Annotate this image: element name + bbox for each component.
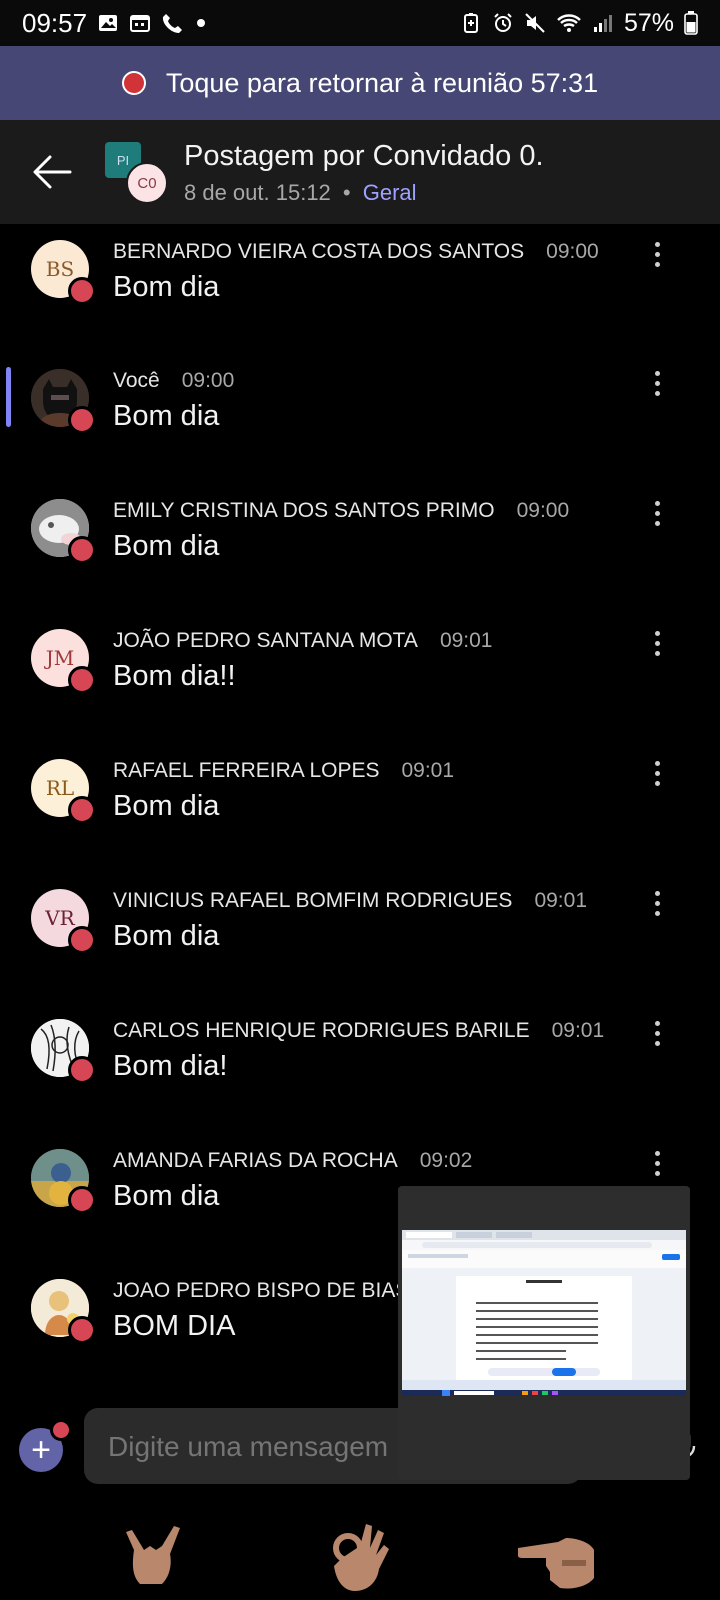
presence-busy-icon <box>68 536 96 564</box>
message-time: 09:00 <box>181 369 235 392</box>
message-time: 09:01 <box>401 759 455 782</box>
presence-busy-icon <box>68 1186 96 1214</box>
screen-share-preview[interactable] <box>398 1186 690 1480</box>
notification-badge <box>50 1419 72 1441</box>
message-time: 09:00 <box>516 499 570 522</box>
message-text: Bom dia <box>113 920 220 952</box>
sender-name: EMILY CRISTINA DOS SANTOS PRIMO <box>113 499 495 522</box>
message-item[interactable]: CARLOS HENRIQUE RODRIGUES BARILE 09:01 Bo… <box>0 1010 720 1138</box>
battery-icon <box>684 11 698 35</box>
signal-icon <box>593 15 612 32</box>
sender-name: BERNARDO VIEIRA COSTA DOS SANTOS <box>113 240 525 263</box>
recording-dot-icon <box>121 71 146 95</box>
ok-hand-icon <box>333 1524 389 1591</box>
message-item[interactable]: RL RAFAEL FERREIRA LOPES 09:01 Bom dia <box>0 750 720 878</box>
more-options-icon[interactable] <box>652 888 662 918</box>
message-time: 09:02 <box>419 1149 473 1172</box>
message-header: EMILY CRISTINA DOS SANTOS PRIMO 09:00 <box>113 499 569 523</box>
message-header: Você 09:00 <box>113 369 234 393</box>
message-text: BOM DIA <box>113 1310 236 1342</box>
presence-busy-icon <box>68 666 96 694</box>
conversation-header: PI C0 Postagem por Convidado 0. 8 de out… <box>0 120 720 224</box>
wifi-icon <box>557 14 581 32</box>
message-item[interactable]: Você 09:00 Bom dia <box>0 360 720 488</box>
sender-name: JOÃO PEDRO SANTANA MOTA <box>113 629 418 652</box>
more-options-icon[interactable] <box>652 1148 662 1178</box>
message-text: Bom dia! <box>113 1050 228 1082</box>
presence-busy-icon <box>68 926 96 954</box>
message-header: JOÃO PEDRO SANTANA MOTA 09:01 <box>113 629 493 653</box>
rock-hand-icon <box>126 1526 180 1584</box>
message-header: JOAO PEDRO BISPO DE BIAS <box>113 1279 409 1303</box>
message-text: Bom dia <box>113 790 220 822</box>
presence-busy-icon <box>68 406 96 434</box>
presence-busy-icon <box>68 796 96 824</box>
status-bar: 09:57 57% <box>0 0 720 46</box>
status-time: 09:57 <box>22 7 88 38</box>
sender-name: AMANDA FARIAS DA ROCHA <box>113 1149 398 1172</box>
sender-name: JOAO PEDRO BISPO DE BIAS <box>113 1279 410 1302</box>
message-item[interactable]: BS BERNARDO VIEIRA COSTA DOS SANTOS 09:00… <box>0 231 720 359</box>
banner-text: Toque para retornar à reunião 57:31 <box>165 67 599 98</box>
message-header: AMANDA FARIAS DA ROCHA 09:02 <box>113 1149 472 1173</box>
shared-screen-thumbnail <box>402 1230 686 1396</box>
pointing-hand-icon <box>518 1538 594 1589</box>
post-date: 8 de out. 15:12 <box>184 180 331 205</box>
more-options-icon[interactable] <box>652 368 662 398</box>
gallery-icon <box>99 15 118 31</box>
message-text: Bom dia!! <box>113 660 236 692</box>
message-text: Bom dia <box>113 400 220 432</box>
battery-saver-icon <box>463 13 478 33</box>
message-header: BERNARDO VIEIRA COSTA DOS SANTOS 09:00 <box>113 240 599 264</box>
sender-name: CARLOS HENRIQUE RODRIGUES BARILE <box>113 1019 530 1042</box>
message-text: Bom dia <box>113 1180 220 1212</box>
separator: • <box>342 180 351 205</box>
presence-busy-icon <box>68 277 96 305</box>
sender-name: RAFAEL FERREIRA LOPES <box>113 759 380 782</box>
message-time: 09:00 <box>546 240 599 263</box>
post-subtitle: 8 de out. 15:12 • Geral <box>184 180 417 206</box>
message-text: Bom dia <box>113 530 220 562</box>
calendar-icon <box>130 15 151 32</box>
more-options-icon[interactable] <box>652 1018 662 1048</box>
notification-dot-icon <box>197 19 206 27</box>
presence-busy-icon <box>68 1056 96 1084</box>
sender-name: Você <box>113 369 160 392</box>
battery-percent: 57% <box>623 8 674 37</box>
sender-name: VINICIUS RAFAEL BOMFIM RODRIGUES <box>113 889 513 912</box>
alarm-icon <box>494 13 512 32</box>
message-time: 09:01 <box>534 889 588 912</box>
message-text: Bom dia <box>113 271 220 303</box>
back-arrow-icon[interactable] <box>30 150 74 194</box>
more-options-icon[interactable] <box>652 498 662 528</box>
return-to-meeting-banner[interactable]: Toque para retornar à reunião 57:31 <box>0 46 720 120</box>
message-header: CARLOS HENRIQUE RODRIGUES BARILE 09:01 <box>113 1019 604 1043</box>
message-header: VINICIUS RAFAEL BOMFIM RODRIGUES 09:01 <box>113 889 587 913</box>
message-item[interactable]: JM JOÃO PEDRO SANTANA MOTA 09:01 Bom dia!… <box>0 620 720 748</box>
channel-link[interactable]: Geral <box>363 180 417 205</box>
phone-icon <box>163 14 183 33</box>
message-item[interactable]: EMILY CRISTINA DOS SANTOS PRIMO 09:00 Bom… <box>0 490 720 618</box>
page-title[interactable]: Postagem por Convidado 0. <box>184 140 544 173</box>
more-options-icon[interactable] <box>652 239 662 269</box>
more-options-icon[interactable] <box>652 758 662 788</box>
message-header: RAFAEL FERREIRA LOPES 09:01 <box>113 759 454 783</box>
presence-busy-icon <box>68 1316 96 1344</box>
message-item[interactable]: VR VINICIUS RAFAEL BOMFIM RODRIGUES 09:01… <box>0 880 720 1008</box>
message-time: 09:01 <box>551 1019 605 1042</box>
message-time: 09:01 <box>439 629 493 652</box>
user-avatar: C0 <box>126 162 168 204</box>
more-options-icon[interactable] <box>652 628 662 658</box>
mute-icon <box>525 13 545 33</box>
